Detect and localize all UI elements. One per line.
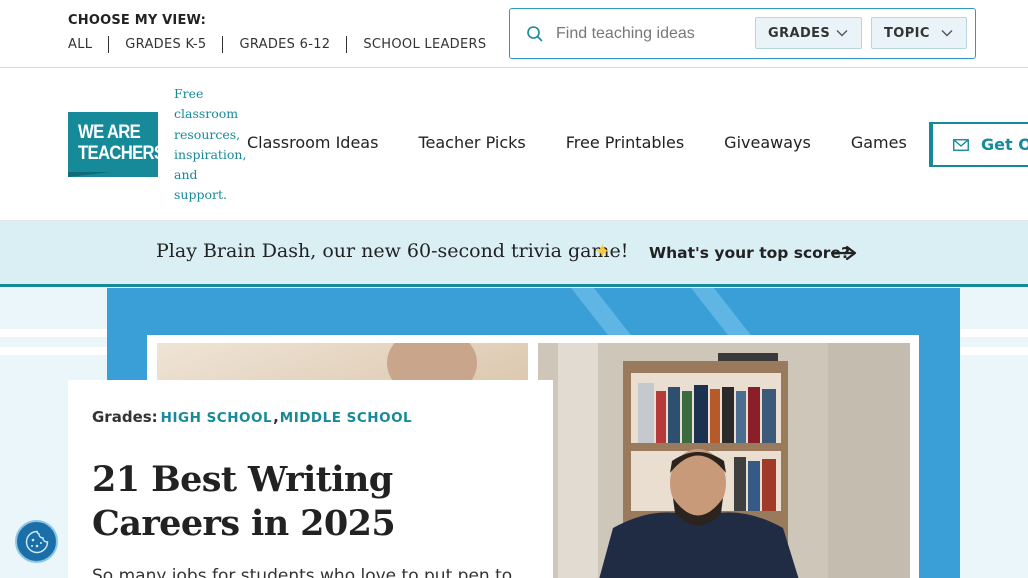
newsletter-cta-label: Get Ou [981,135,1028,154]
promo-link[interactable]: What's your top score? [649,244,850,262]
view-link-grades-k5[interactable]: GRADES K-5 [108,36,222,53]
article-dek: So many jobs for students who love to pu… [92,566,513,578]
utility-bar: CHOOSE MY VIEW: ALL GRADES K-5 GRADES 6-… [0,0,1028,68]
promo-text: Play Brain Dash, our new 60-second trivi… [156,240,629,262]
nav-item-teacher-picks[interactable]: Teacher Picks [418,133,525,152]
decor-stripe [0,347,107,355]
view-link-all[interactable]: ALL [68,36,108,53]
grade-separator: , [273,408,279,426]
search-icon[interactable] [526,25,544,43]
view-link-grades-6-12[interactable]: GRADES 6-12 [222,36,346,53]
promo-banner[interactable]: Play Brain Dash, our new 60-second trivi… [0,221,1028,287]
chevron-down-icon [836,30,848,37]
nav-item-free-printables[interactable]: Free Printables [566,133,684,152]
grades-filter-dropdown[interactable]: GRADES [755,17,862,49]
nav-item-giveaways[interactable]: Giveaways [724,133,811,152]
decor-stripe [960,347,1028,355]
man-writing-illustration [538,343,910,578]
site-tagline: Free classroom resources, inspiration, a… [174,86,247,203]
decor-stripe [0,329,107,337]
topic-filter-dropdown[interactable]: TOPIC [871,17,967,49]
mail-icon [953,138,969,151]
view-links: ALL GRADES K-5 GRADES 6-12 SCHOOL LEADER… [68,36,502,53]
chevron-down-icon [941,30,953,37]
logo-line1: WE ARE [78,122,141,143]
arrow-right-icon [831,245,857,261]
nav-item-games[interactable]: Games [851,133,907,152]
grade-tag-high-school[interactable]: HIGH SCHOOL [161,410,272,426]
choose-view-title: CHOOSE MY VIEW: [68,13,207,28]
search-input[interactable] [556,19,752,49]
main-header: WE ARE TEACHERS Free classroom resources… [0,68,1028,221]
hero-image-man-writing [538,343,910,578]
nav-item-classroom-ideas[interactable]: Classroom Ideas [247,133,378,152]
star-icon: ✦ [594,239,611,263]
view-link-school-leaders[interactable]: SCHOOL LEADERS [346,36,502,53]
primary-nav: Classroom Ideas Teacher Picks Free Print… [247,133,947,152]
grades-label: Grades: [92,408,158,426]
featured-article-card[interactable]: Grades: HIGH SCHOOL , MIDDLE SCHOOL 21 B… [68,380,553,578]
grade-tag-middle-school[interactable]: MIDDLE SCHOOL [280,410,412,426]
cookie-icon [25,530,48,553]
we-are-teachers-logo[interactable]: WE ARE TEACHERS [68,112,165,177]
cookie-preferences-button[interactable] [15,520,58,563]
newsletter-cta-button[interactable]: Get Ou [929,122,1028,167]
search-box: GRADES TOPIC [509,8,976,59]
logo-flag-shape [68,172,112,177]
grades-filter-label: GRADES [768,25,831,41]
decor-stripe [960,329,1028,337]
logo-line2: TEACHERS [78,143,165,164]
article-grades: Grades: HIGH SCHOOL , MIDDLE SCHOOL [92,408,412,426]
article-title[interactable]: 21 Best Writing Careers in 2025 [92,458,532,546]
topic-filter-label: TOPIC [884,25,930,41]
